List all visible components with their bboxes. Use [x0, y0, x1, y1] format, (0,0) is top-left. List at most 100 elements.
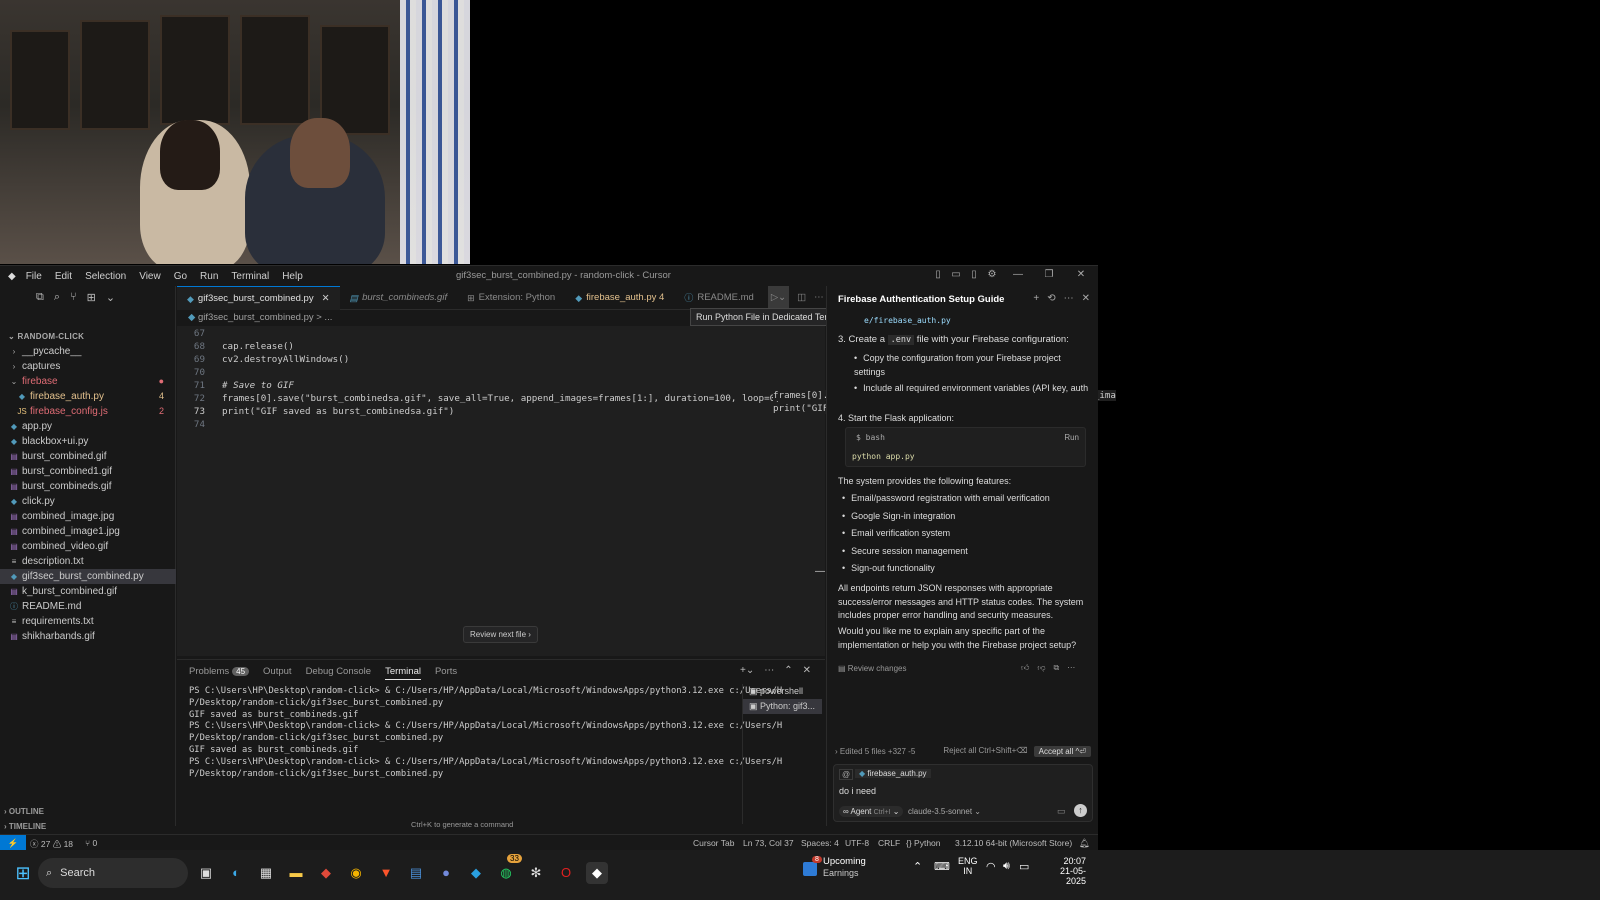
accept-all-button[interactable]: Accept all ^⏎ — [1033, 746, 1091, 757]
run-python-icon[interactable]: ▷⌄ — [767, 286, 790, 310]
file-tree-item[interactable]: ⌄ firebase ● — [0, 374, 176, 389]
more-actions-icon[interactable]: ⋯ — [764, 665, 774, 676]
explorer-icon[interactable]: ⧉ — [36, 291, 44, 304]
explorer-root-title[interactable]: ⌄ RANDOM-CLICK — [8, 332, 84, 341]
close-tab-icon[interactable]: ✕ — [322, 287, 330, 311]
more-actions-icon[interactable]: ⋯ — [1067, 663, 1075, 673]
maximize-panel-icon[interactable]: ⌃ — [784, 665, 792, 676]
opera-icon[interactable]: O — [555, 862, 577, 884]
toggle-secondary-sidebar-icon[interactable]: ▯ — [968, 269, 980, 281]
review-next-file-button[interactable]: Review next file › — [463, 626, 538, 643]
more-actions-icon[interactable]: ⋯ — [814, 286, 824, 310]
source-control-icon[interactable]: ⑂ — [70, 291, 77, 304]
cursor-tab-status[interactable]: Cursor Tab — [693, 838, 734, 848]
notifications-icon[interactable]: 🔔︎ — [1079, 838, 1090, 849]
history-icon[interactable]: ⟲ — [1047, 293, 1055, 304]
split-editor-icon[interactable]: ◫ — [797, 286, 806, 310]
new-chat-icon[interactable]: + — [1033, 293, 1039, 304]
file-tree-item[interactable]: › captures — [0, 359, 176, 374]
cursor-position[interactable]: Ln 73, Col 37 — [743, 838, 794, 848]
file-tree-item[interactable]: ▤ burst_combined1.gif — [0, 464, 176, 479]
tab-extension-python[interactable]: ⊞ Extension: Python — [457, 286, 565, 310]
file-tree-item[interactable]: › __pycache__ — [0, 344, 176, 359]
menu-run[interactable]: Run — [200, 271, 218, 282]
tab-readme[interactable]: ⓘ README.md — [674, 286, 764, 310]
close-chat-icon[interactable]: ✕ — [1082, 293, 1090, 304]
volume-icon[interactable]: 🔊︎ — [1003, 860, 1010, 873]
minimize-icon[interactable]: — — [1012, 269, 1024, 281]
taskbar-search[interactable]: ⌕ Search — [38, 858, 188, 888]
add-context-icon[interactable]: @ — [839, 769, 854, 780]
breadcrumb[interactable]: ◆ gif3sec_burst_combined.py > ... — [188, 312, 332, 323]
extensions-icon[interactable]: ⊞ — [87, 291, 96, 304]
model-selector[interactable]: claude-3.5-sonnet ⌄ — [908, 807, 981, 816]
more-actions-icon[interactable]: ⋯ — [1064, 293, 1074, 304]
file-tree-item[interactable]: ▤ burst_combined.gif — [0, 449, 176, 464]
cursor-app-icon[interactable]: ◆ — [586, 862, 608, 884]
windows-start-icon[interactable]: ⊞ — [12, 862, 34, 884]
tab-burst-combineds-gif[interactable]: ▤ burst_combineds.gif — [340, 286, 458, 310]
edited-files-summary[interactable]: › Edited 5 files +327 -5 — [835, 747, 915, 756]
file-tree-item[interactable]: ▤ k_burst_combined.gif — [0, 584, 176, 599]
thumbs-up-icon[interactable]: 👍︎ — [1021, 663, 1029, 673]
image-attach-icon[interactable]: ▭ — [1057, 806, 1066, 817]
file-tree-item[interactable]: ▤ combined_image1.jpg — [0, 524, 176, 539]
reject-all-button[interactable]: Reject all Ctrl+Shift+⌫ — [943, 746, 1027, 757]
problems-status[interactable]: ⓧ 27 ⚠ 18 — [30, 838, 73, 850]
file-tree-item[interactable]: ≡ description.txt — [0, 554, 176, 569]
edge-browser-icon[interactable]: ◐ — [225, 862, 247, 884]
menu-file[interactable]: File — [26, 271, 42, 282]
file-tree-item[interactable]: ▤ shikharbands.gif — [0, 629, 176, 644]
file-tree-item[interactable]: ⓘ README.md — [0, 599, 176, 614]
clock[interactable]: 20:07 21-05-2025 — [1040, 856, 1086, 886]
context-file-chip[interactable]: ◆ firebase_auth.py — [855, 769, 931, 778]
whatsapp-icon[interactable]: ◍ — [495, 862, 517, 884]
ports-status[interactable]: ⑂ 0 — [85, 838, 97, 848]
file-explorer-icon[interactable]: ▬ — [285, 862, 307, 884]
keyboard-icon[interactable]: ⌨ — [934, 860, 950, 873]
interpreter-status[interactable]: 3.12.10 64-bit (Microsoft Store) — [955, 838, 1072, 848]
chevron-down-icon[interactable]: ⌄ — [106, 291, 115, 304]
language-status[interactable]: {} Python — [906, 838, 941, 848]
new-terminal-icon[interactable]: +⌄ — [740, 665, 754, 676]
toggle-panel-icon[interactable]: ▭ — [950, 269, 962, 281]
thumbs-down-icon[interactable]: 👎︎ — [1037, 663, 1045, 673]
menu-selection[interactable]: Selection — [85, 271, 126, 282]
python-icon[interactable]: ◆ — [465, 862, 487, 884]
send-icon[interactable]: ↑ — [1074, 804, 1087, 817]
chevron-up-icon[interactable]: ⌃ — [913, 860, 922, 873]
tab-firebase-auth[interactable]: ◆ firebase_auth.py 4 — [565, 286, 674, 310]
close-panel-icon[interactable]: ✕ — [803, 665, 811, 676]
discord-icon[interactable]: ● — [435, 862, 457, 884]
agent-mode-selector[interactable]: ∞ Agent Ctrl+I ⌄ — [839, 806, 904, 817]
git-icon[interactable]: ◆ — [315, 862, 337, 884]
microsoft-store-icon[interactable]: ▦ — [255, 862, 277, 884]
outline-section[interactable]: › OUTLINE — [4, 807, 44, 816]
encoding-status[interactable]: UTF-8 — [845, 838, 869, 848]
tab-terminal[interactable]: Terminal — [385, 666, 421, 680]
indentation-status[interactable]: Spaces: 4 — [801, 838, 839, 848]
file-tree-item[interactable]: ◆ firebase_auth.py 4 — [0, 389, 176, 404]
file-tree-item[interactable]: ▤ combined_image.jpg — [0, 509, 176, 524]
terminal-item-python[interactable]: ▣ Python: gif3... — [743, 699, 822, 714]
file-tree-item[interactable]: ≡ requirements.txt — [0, 614, 176, 629]
input-language[interactable]: ENG IN — [958, 856, 978, 876]
menu-view[interactable]: View — [139, 271, 161, 282]
terminal-item-powershell[interactable]: ▣ powershell — [743, 684, 822, 699]
file-tree-item[interactable]: ◆ click.py — [0, 494, 176, 509]
settings-gear-icon[interactable]: ⚙ — [986, 269, 998, 281]
file-tree-item[interactable]: ◆ app.py — [0, 419, 176, 434]
chat-input-text[interactable]: do i need — [839, 786, 876, 796]
menu-help[interactable]: Help — [282, 271, 303, 282]
brave-icon[interactable]: ▼ — [375, 862, 397, 884]
review-changes-button[interactable]: ▤ Review changes — [838, 664, 906, 673]
run-command-button[interactable]: Run — [1064, 433, 1079, 442]
file-tree-item[interactable]: ◆ gif3sec_burst_combined.py — [0, 569, 176, 584]
pinned-app-icon[interactable]: ✻ — [525, 862, 547, 884]
tab-output[interactable]: Output — [263, 666, 292, 680]
file-tree-item[interactable]: JS firebase_config.js 2 — [0, 404, 176, 419]
menu-terminal[interactable]: Terminal — [231, 271, 269, 282]
tab-ports[interactable]: Ports — [435, 666, 457, 680]
search-icon[interactable]: ⌕ — [54, 291, 60, 304]
toggle-sidebar-icon[interactable]: ▯ — [932, 269, 944, 281]
